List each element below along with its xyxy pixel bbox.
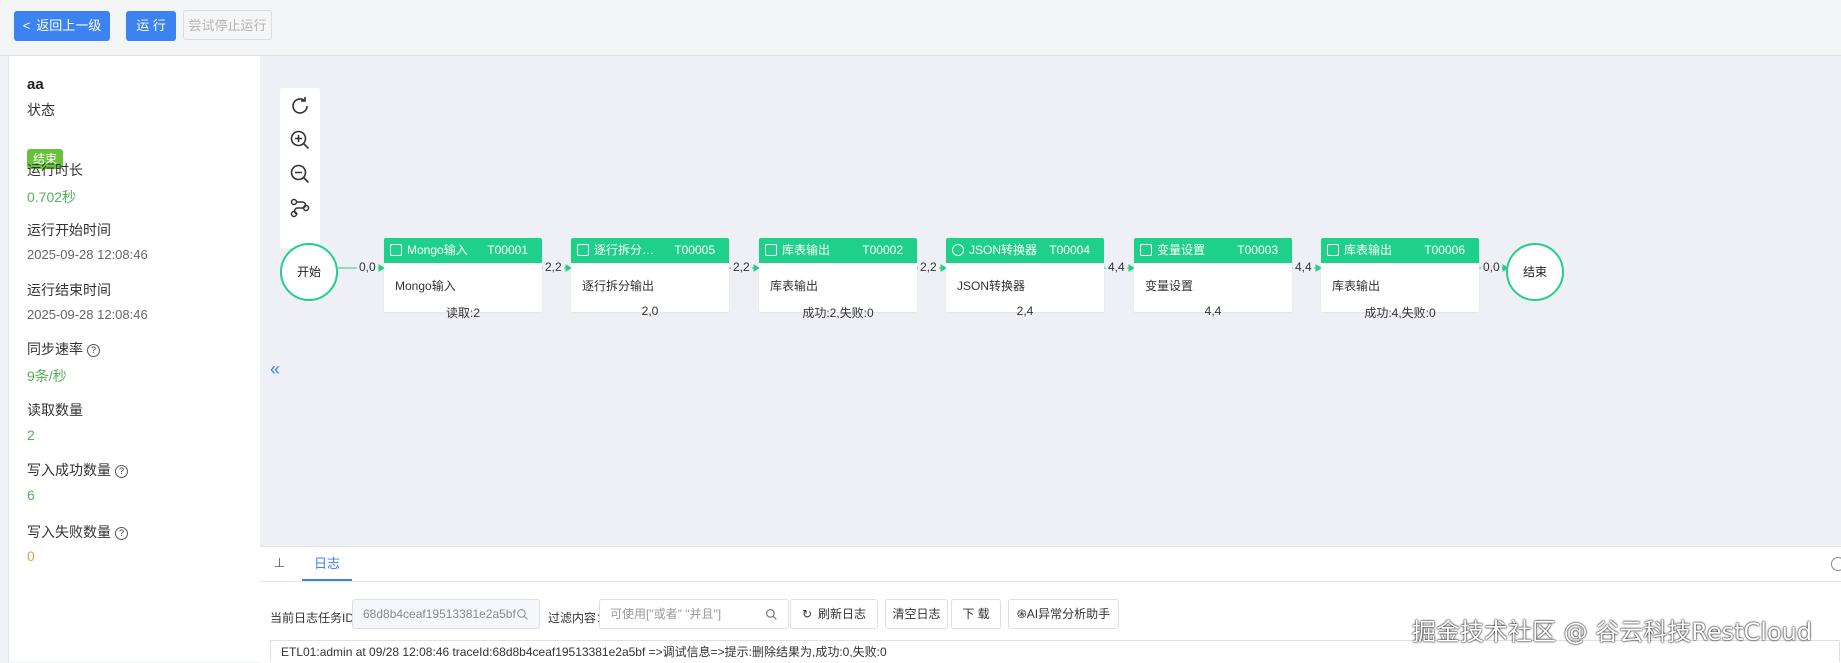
- read-count-label: 读取数量: [27, 402, 83, 418]
- start-node[interactable]: 开始: [280, 243, 338, 301]
- flow-canvas[interactable]: « 0,0 2,2 2,2 2,2 4,4 4,4 0,0 开始 结束 Mong…: [260, 56, 1841, 546]
- node-stat: 4,4: [1204, 304, 1222, 318]
- node-stat: 成功:4,失败:0: [1364, 306, 1436, 320]
- node-code: T00003: [1237, 243, 1278, 257]
- read-count-value: 2: [27, 427, 35, 443]
- filter-input[interactable]: 可使用["或者" "并且"]: [599, 599, 789, 629]
- node-stat: 成功:2,失败:0: [802, 306, 874, 320]
- edge-label: 4,4: [1293, 260, 1314, 274]
- node-code: T00002: [862, 243, 903, 257]
- flow-node-table-output-2[interactable]: 库表输出 T00006 库表输出: [1321, 238, 1479, 312]
- task-title: aa: [27, 76, 44, 93]
- top-toolbar: < 返回上一级 运 行 尝试停止运行: [0, 0, 1841, 56]
- pin-icon[interactable]: ⊥: [274, 555, 285, 571]
- run-button[interactable]: 运 行: [126, 11, 176, 41]
- node-body: 库表输出: [1332, 279, 1381, 293]
- tab-log[interactable]: 日志: [302, 547, 352, 581]
- table-output-icon: [765, 244, 777, 256]
- split-icon: [577, 244, 589, 256]
- duration-value: 0.702秒: [27, 189, 77, 205]
- write-fail-label-row: 写入失败数量?: [27, 522, 128, 542]
- node-stat: 2,0: [641, 304, 659, 318]
- node-body: 库表输出: [770, 279, 819, 293]
- speed-label-row: 同步速率?: [27, 339, 100, 359]
- info-icon[interactable]: [1831, 557, 1841, 571]
- clear-log-button[interactable]: 清空日志: [885, 599, 948, 629]
- node-body: JSON转换器: [957, 279, 1026, 293]
- help-icon[interactable]: ?: [115, 527, 128, 540]
- node-body: 变量设置: [1145, 279, 1194, 293]
- refresh-icon: ↻: [801, 607, 813, 621]
- duration-label: 运行时长: [27, 162, 83, 178]
- end-time-value: 2025-09-28 12:08:46: [27, 307, 148, 322]
- write-ok-value: 6: [27, 487, 35, 503]
- write-fail-value: 0: [27, 548, 35, 564]
- search-icon[interactable]: [765, 608, 778, 621]
- end-node[interactable]: 结束: [1506, 243, 1564, 301]
- help-icon[interactable]: ?: [115, 465, 128, 478]
- table-output-icon: [1327, 244, 1339, 256]
- edge-label: 2,2: [918, 260, 939, 274]
- node-title: JSON转换器: [969, 243, 1038, 257]
- node-code: T00005: [674, 243, 715, 257]
- download-button[interactable]: 下 载: [951, 599, 1001, 629]
- node-title: 库表输出: [1344, 243, 1393, 257]
- edge-label: 4,4: [1106, 260, 1127, 274]
- start-time-value: 2025-09-28 12:08:46: [27, 247, 148, 262]
- node-title: 变量设置: [1157, 243, 1206, 257]
- node-code: T00006: [1424, 243, 1465, 257]
- refresh-log-button[interactable]: ↻ 刷新日志: [790, 599, 878, 629]
- json-icon: [952, 244, 964, 256]
- flow-node-mongo-input[interactable]: Mongo输入 T00001 Mongo输入: [384, 238, 542, 312]
- edge-label: 0,0: [1481, 260, 1502, 274]
- task-id-value: 68d8b4ceaf19513381e2a5bf: [363, 607, 516, 621]
- node-code: T00001: [487, 243, 528, 257]
- flow-node-table-output[interactable]: 库表输出 T00002 库表输出: [759, 238, 917, 312]
- edge-label: 2,2: [543, 260, 564, 274]
- flow-node-variable-setting[interactable]: 变量设置 T00003 变量设置: [1134, 238, 1292, 312]
- stop-run-button[interactable]: 尝试停止运行: [183, 10, 272, 40]
- node-stat: 2,4: [1016, 304, 1034, 318]
- flow-node-row-split[interactable]: 逐行拆分… T00005 逐行拆分输出: [571, 238, 729, 312]
- edge-label: 2,2: [731, 260, 752, 274]
- edge-label: 0,0: [357, 260, 378, 274]
- mongo-icon: [390, 244, 402, 256]
- status-label: 状态: [27, 102, 55, 118]
- back-button-label: 返回上一级: [36, 18, 102, 33]
- ai-icon: ֍: [1016, 607, 1027, 621]
- node-title: 逐行拆分…: [594, 243, 655, 257]
- node-title: 库表输出: [782, 243, 831, 257]
- flow-node-json-converter[interactable]: JSON转换器 T00004 JSON转换器: [946, 238, 1104, 312]
- start-time-label: 运行开始时间: [27, 222, 111, 238]
- task-id-field[interactable]: 68d8b4ceaf19513381e2a5bf: [352, 599, 540, 629]
- node-body: Mongo输入: [395, 279, 456, 293]
- run-summary-panel: aa 状态 结束 运行时长 0.702秒 运行开始时间 2025-09-28 1…: [8, 56, 261, 662]
- speed-label: 同步速率: [27, 341, 83, 357]
- node-stat: 读取:2: [445, 306, 480, 320]
- search-icon[interactable]: [516, 608, 529, 621]
- write-ok-label: 写入成功数量: [27, 462, 111, 478]
- filter-placeholder: 可使用["或者" "并且"]: [610, 607, 722, 621]
- node-title: Mongo输入: [407, 243, 468, 257]
- speed-value: 9条/秒: [27, 368, 67, 384]
- node-code: T00004: [1049, 243, 1090, 257]
- ai-assistant-label: AI异常分析助手: [1026, 607, 1111, 621]
- watermark: 掘金技术社区 @ 谷云科技RestCloud: [1412, 618, 1813, 646]
- log-tab-bar: ⊥ 日志: [260, 547, 1841, 582]
- help-icon[interactable]: ?: [87, 344, 100, 357]
- refresh-log-label: 刷新日志: [818, 607, 867, 621]
- write-ok-label-row: 写入成功数量?: [27, 460, 128, 480]
- write-fail-label: 写入失败数量: [27, 524, 111, 540]
- node-body: 逐行拆分输出: [582, 279, 655, 293]
- variable-icon: [1140, 244, 1152, 256]
- ai-assistant-button[interactable]: ֍AI异常分析助手: [1008, 599, 1119, 629]
- end-time-label: 运行结束时间: [27, 282, 111, 298]
- back-button[interactable]: < 返回上一级: [14, 11, 110, 41]
- chevron-left-icon: <: [22, 18, 31, 33]
